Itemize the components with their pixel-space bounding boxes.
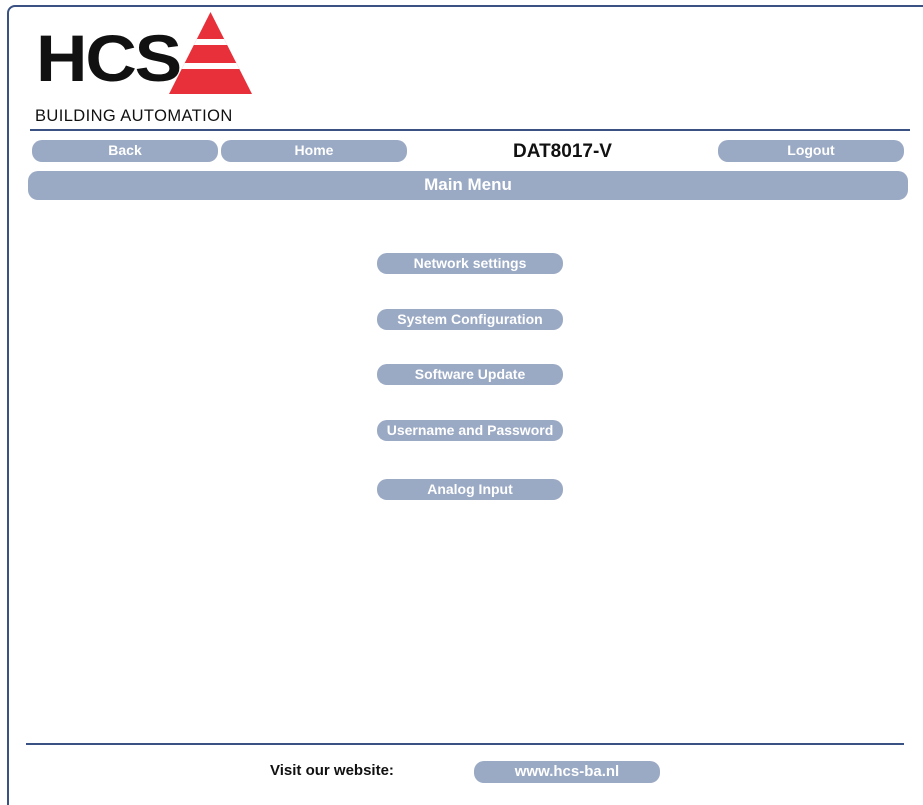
- logo-wordmark: HCS: [36, 21, 182, 95]
- home-button[interactable]: Home: [221, 140, 407, 162]
- software-update-button[interactable]: Software Update: [377, 364, 563, 385]
- website-link[interactable]: www.hcs-ba.nl: [474, 761, 660, 783]
- logo-tagline: BUILDING AUTOMATION: [35, 107, 233, 125]
- header-divider: [30, 129, 910, 131]
- back-button[interactable]: Back: [32, 140, 218, 162]
- logout-button[interactable]: Logout: [718, 140, 904, 162]
- hcs-logo: HCS BUILDING AUTOMATION: [34, 12, 254, 127]
- visit-website-label: Visit our website:: [270, 762, 394, 779]
- footer-divider: [26, 743, 904, 745]
- device-title: DAT8017-V: [513, 141, 612, 162]
- network-settings-button[interactable]: Network settings: [377, 253, 563, 274]
- analog-input-button[interactable]: Analog Input: [377, 479, 563, 500]
- username-password-button[interactable]: Username and Password: [377, 420, 563, 441]
- main-menu-title: Main Menu: [28, 171, 908, 200]
- logo-triangle-icon: [169, 12, 252, 94]
- system-configuration-button[interactable]: System Configuration: [377, 309, 563, 330]
